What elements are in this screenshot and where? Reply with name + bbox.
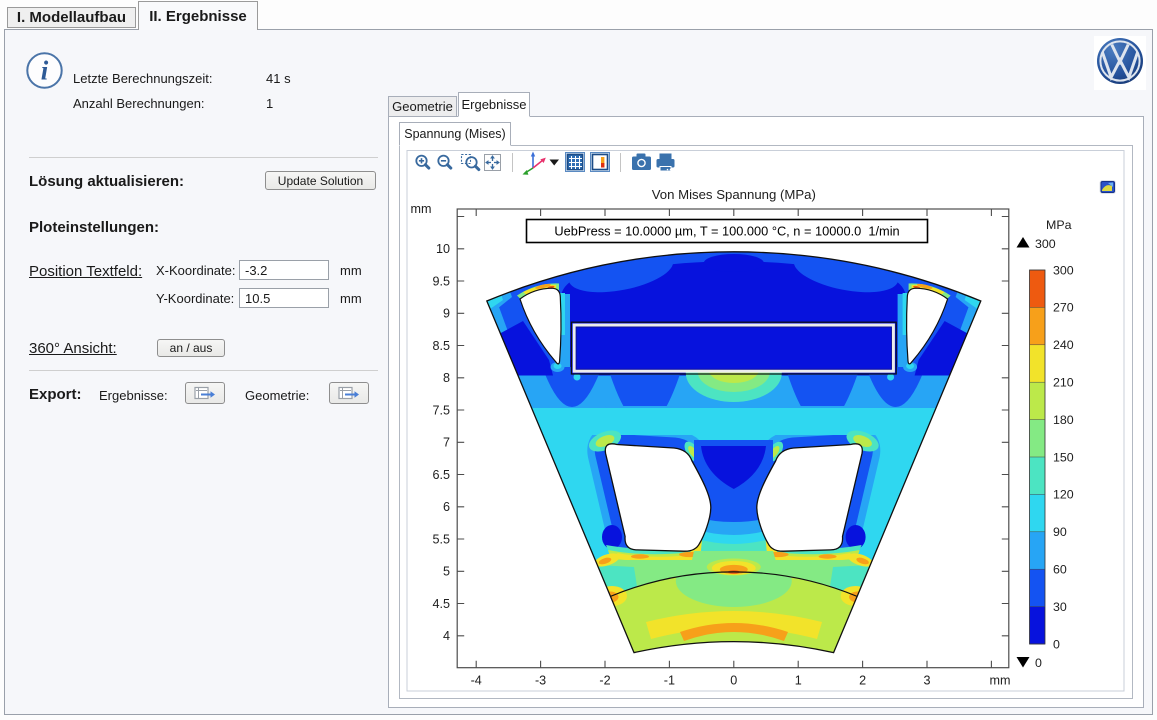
svg-text:-4: -4 [471,674,482,688]
svg-text:mm: mm [411,202,432,216]
svg-text:6: 6 [443,500,450,514]
svg-text:270: 270 [1053,301,1074,315]
svg-text:2: 2 [859,674,866,688]
svg-text:180: 180 [1053,413,1074,427]
svg-text:60: 60 [1053,563,1067,577]
svg-text:30: 30 [1053,600,1067,614]
svg-text:UebPress = 10.0000 µm, T = 100: UebPress = 10.0000 µm, T = 100.000 °C, n… [554,224,899,239]
svg-text:0: 0 [730,674,737,688]
svg-text:-2: -2 [599,674,610,688]
svg-text:300: 300 [1053,263,1074,277]
svg-text:5.5: 5.5 [432,532,450,546]
svg-text:4.5: 4.5 [432,597,450,611]
svg-text:210: 210 [1053,376,1074,390]
svg-text:1: 1 [795,674,802,688]
svg-text:i: i [41,56,49,86]
svg-text:mm: mm [990,674,1011,688]
svg-text:9.5: 9.5 [432,274,450,288]
svg-text:9: 9 [443,307,450,321]
svg-text:3: 3 [923,674,930,688]
svg-text:150: 150 [1053,450,1074,464]
svg-text:8: 8 [443,371,450,385]
svg-text:240: 240 [1053,338,1074,352]
svg-text:7.5: 7.5 [432,403,450,417]
svg-text:120: 120 [1053,488,1074,502]
svg-text:5: 5 [443,565,450,579]
svg-text:10: 10 [436,242,450,256]
svg-text:90: 90 [1053,525,1067,539]
svg-text:6.5: 6.5 [432,468,450,482]
svg-text:-1: -1 [664,674,675,688]
svg-text:MPa: MPa [1046,218,1072,232]
svg-text:4: 4 [443,629,450,643]
svg-text:300: 300 [1035,237,1056,251]
svg-text:8.5: 8.5 [432,339,450,353]
svg-text:Von Mises Spannung (MPa): Von Mises Spannung (MPa) [652,187,816,202]
svg-text:7: 7 [443,436,450,450]
svg-text:0: 0 [1053,637,1060,651]
svg-text:0: 0 [1035,656,1042,670]
svg-text:-3: -3 [535,674,546,688]
